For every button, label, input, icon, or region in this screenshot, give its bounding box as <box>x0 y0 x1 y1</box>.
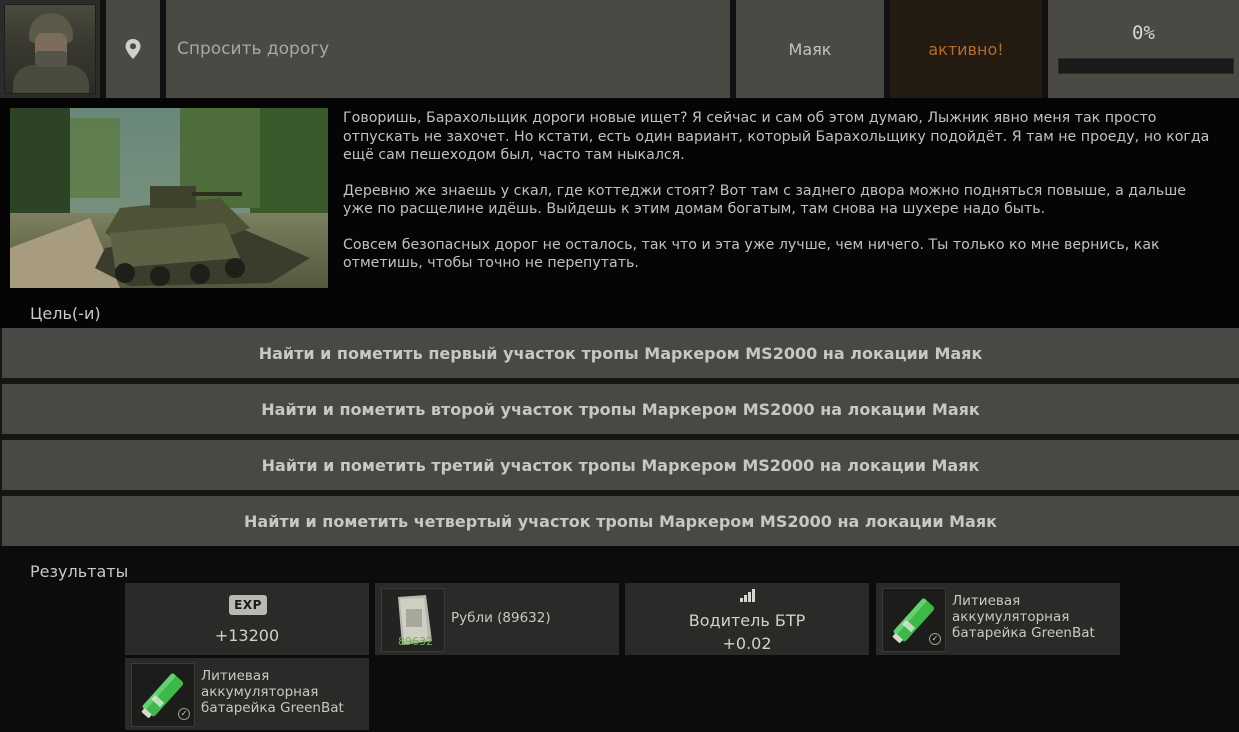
description-paragraph: Говоришь, Барахольщик дороги новые ищет?… <box>343 110 1210 163</box>
reward-money[interactable]: 89632 Рубли (89632) <box>375 583 619 655</box>
quest-header: Спросить дорогу Маяк активно! 0% <box>0 0 1239 98</box>
battery-icon: ✓ <box>882 588 946 652</box>
battery-icon: ✓ <box>131 663 195 727</box>
trader-avatar[interactable] <box>0 0 100 98</box>
progress-text: 0% <box>1132 22 1155 44</box>
trader-portrait <box>4 4 96 94</box>
description-paragraph: Совсем безопасных дорог не осталось, так… <box>343 236 1160 272</box>
item-name-line: Литиевая <box>201 668 270 684</box>
quest-image <box>10 108 328 288</box>
quest-map: Маяк <box>736 0 884 98</box>
money-label: Рубли (89632) <box>451 610 551 626</box>
found-in-raid-icon: ✓ <box>178 708 190 720</box>
item-name-line: аккумуляторная <box>201 684 319 700</box>
item-name-line: Литиевая <box>952 593 1021 609</box>
reward-skill[interactable]: Водитель БТР +0.02 <box>625 583 869 655</box>
objective-item[interactable]: Найти и пометить второй участок тропы Ма… <box>2 384 1239 434</box>
item-name-line: батарейка GreenBat <box>952 625 1095 641</box>
quest-status: активно! <box>890 0 1042 98</box>
roubles-icon: 89632 <box>381 588 445 652</box>
quest-title: Спросить дорогу <box>166 0 730 98</box>
skill-chart-icon <box>740 589 755 602</box>
objective-item[interactable]: Найти и пометить четвертый участок тропы… <box>2 496 1239 546</box>
reward-item-battery[interactable]: ✓ Литиевая аккумуляторная батарейка Gree… <box>876 583 1120 655</box>
exp-value: +13200 <box>214 626 280 645</box>
location-button[interactable] <box>106 0 160 98</box>
item-name: Литиевая аккумуляторная батарейка GreenB… <box>952 593 1095 641</box>
item-name: Литиевая аккумуляторная батарейка GreenB… <box>201 668 344 716</box>
reward-exp[interactable]: EXP +13200 <box>125 583 369 655</box>
rewards-title: Результаты <box>30 562 129 581</box>
progress-bar <box>1058 58 1234 74</box>
objective-item[interactable]: Найти и пометить третий участок тропы Ма… <box>2 440 1239 490</box>
found-in-raid-icon: ✓ <box>929 633 941 645</box>
quest-description: Говоришь, Барахольщик дороги новые ищет?… <box>343 109 1213 290</box>
objective-item[interactable]: Найти и пометить первый участок тропы Ма… <box>2 328 1239 378</box>
description-paragraph: Деревню же знаешь у скал, где коттеджи с… <box>343 182 1186 218</box>
skill-value: +0.02 <box>722 634 772 653</box>
reward-item-battery[interactable]: ✓ Литиевая аккумуляторная батарейка Gree… <box>125 658 369 730</box>
exp-icon: EXP <box>229 595 267 615</box>
location-pin-icon <box>125 39 141 59</box>
money-stack-count: 89632 <box>398 635 433 648</box>
item-name-line: батарейка GreenBat <box>201 700 344 716</box>
objectives-list: Найти и пометить первый участок тропы Ма… <box>0 328 1239 546</box>
quest-progress: 0% <box>1048 0 1239 98</box>
skill-name: Водитель БТР <box>688 611 806 630</box>
item-name-line: аккумуляторная <box>952 609 1070 625</box>
btr-vehicle-image <box>10 108 328 288</box>
objectives-title: Цель(-и) <box>30 304 101 323</box>
